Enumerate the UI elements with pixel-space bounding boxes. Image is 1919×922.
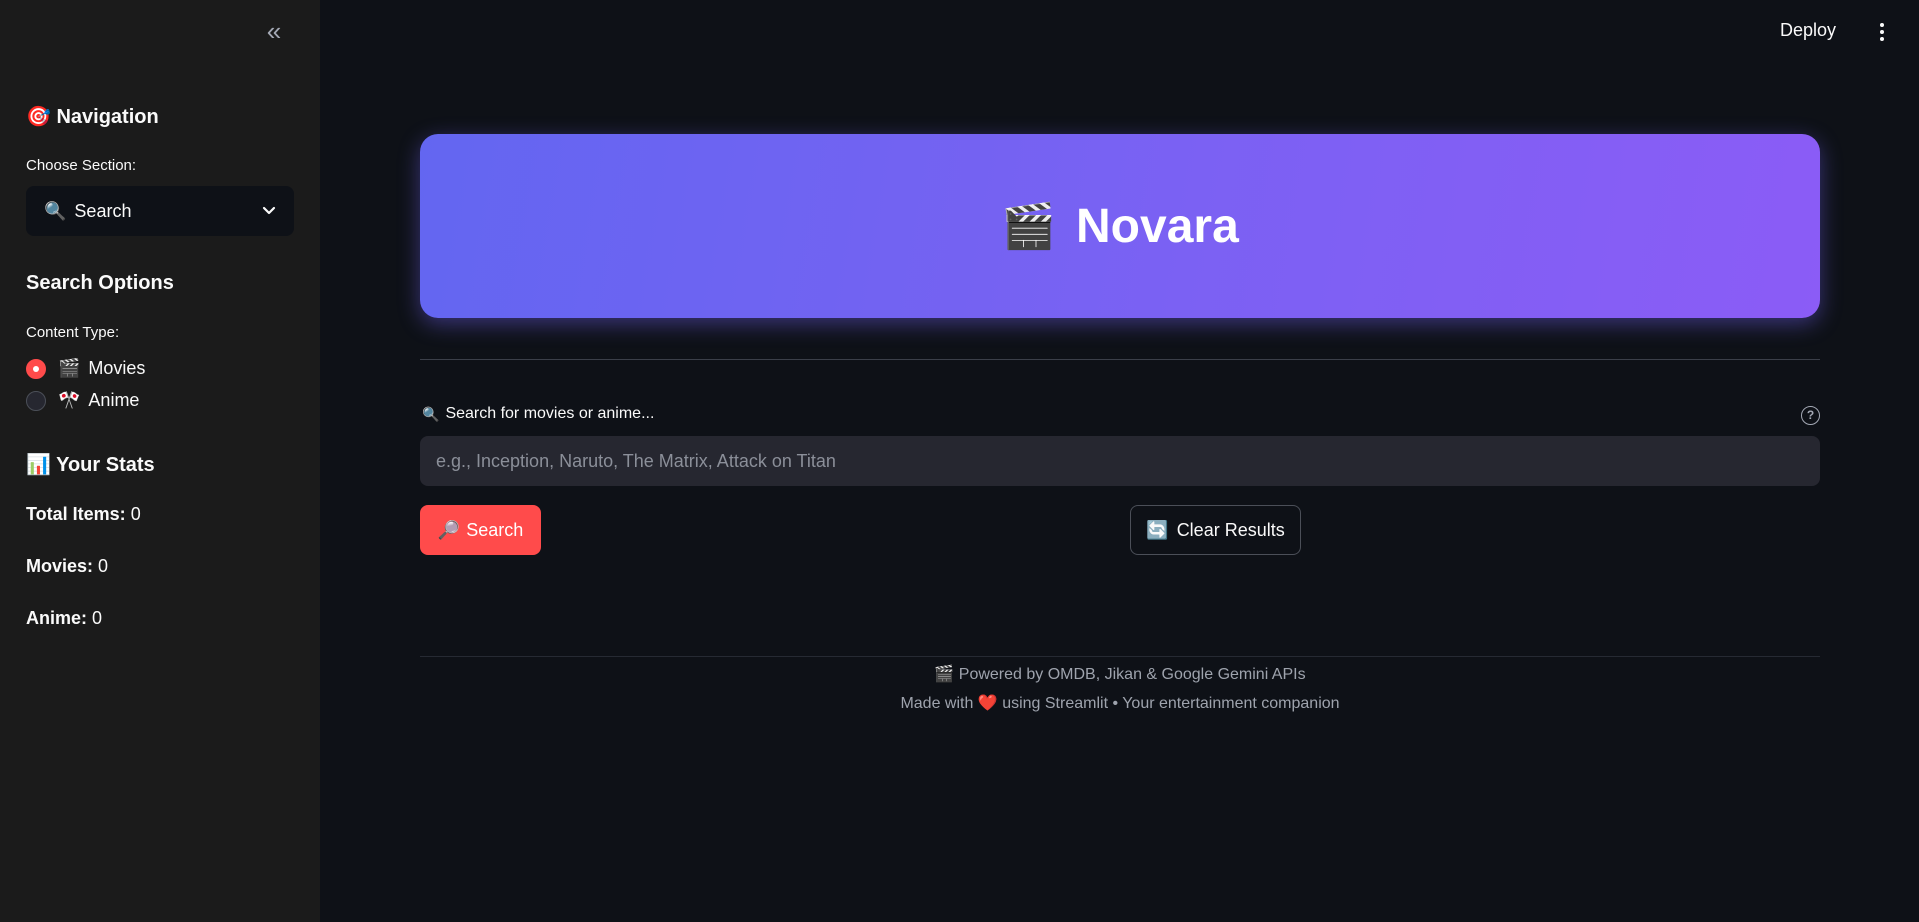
footer-made-with: Made with	[900, 695, 974, 712]
stat-label: Movies:	[26, 556, 94, 576]
radio-label-anime: Anime	[88, 390, 140, 410]
search-options-heading: Search Options	[26, 272, 174, 294]
sidebar: « 🎯 Navigation Choose Section: 🔍 Search …	[0, 0, 320, 922]
stat-value: 0	[92, 608, 103, 628]
app-root: « 🎯 Navigation Choose Section: 🔍 Search …	[0, 0, 1919, 922]
radio-option-movies[interactable]: 🎬 Movies	[26, 358, 145, 379]
search-input[interactable]	[420, 436, 1820, 486]
chevron-down-icon	[262, 203, 276, 219]
footer-line-2: Made with ❤️ using Streamlit • Your ente…	[420, 689, 1820, 718]
footer-line-1: 🎬 Powered by OMDB, Jikan & Google Gemini…	[420, 660, 1820, 689]
search-label-text: Search for movies or anime...	[445, 405, 655, 422]
anime-icon: 🎌	[58, 390, 81, 410]
search-button-icon: 🔎	[437, 519, 461, 540]
radio-label-movies: Movies	[88, 358, 146, 378]
footer-powered-by: Powered by OMDB, Jikan & Google Gemini A…	[958, 666, 1306, 683]
main-menu-icon[interactable]	[1872, 20, 1892, 44]
clapperboard-icon: 🎬	[934, 666, 955, 683]
radio-option-anime[interactable]: 🎌 Anime	[26, 390, 139, 411]
clapperboard-icon: 🎬	[1001, 202, 1057, 251]
search-button-label: Search	[466, 519, 524, 540]
footer-divider	[420, 656, 1820, 657]
deploy-button[interactable]: Deploy	[1780, 20, 1836, 41]
movies-icon: 🎬	[58, 358, 81, 378]
choose-section-label: Choose Section:	[26, 157, 137, 174]
section-select-value: Search	[74, 200, 132, 221]
clear-results-label: Clear Results	[1176, 519, 1285, 540]
footer: 🎬 Powered by OMDB, Jikan & Google Gemini…	[420, 660, 1820, 718]
page-title: 🎬 Novara	[1001, 199, 1239, 254]
stat-value: 0	[98, 556, 109, 576]
stat-label: Total Items:	[26, 504, 126, 524]
app-title: Novara	[1076, 199, 1239, 253]
help-icon[interactable]: ?	[1801, 406, 1820, 425]
section-select-icon: 🔍	[44, 200, 67, 221]
refresh-icon: 🔄	[1146, 519, 1169, 540]
radio-selected-icon[interactable]	[26, 358, 46, 379]
radio-unselected-icon[interactable]	[26, 390, 46, 411]
divider	[420, 359, 1820, 360]
content-type-label: Content Type:	[26, 324, 120, 341]
section-select[interactable]: 🔍 Search	[26, 186, 294, 236]
clear-results-button[interactable]: 🔄 Clear Results	[1130, 505, 1301, 555]
heart-icon: ❤️	[977, 695, 998, 712]
stat-movies: Movies: 0	[26, 556, 108, 577]
search-input-label: 🔍 Search for movies or anime...	[422, 405, 654, 423]
stat-total-items: Total Items: 0	[26, 504, 141, 525]
stat-label: Anime:	[26, 608, 88, 628]
navigation-heading: 🎯 Navigation	[26, 106, 159, 128]
collapse-sidebar-icon[interactable]: «	[262, 18, 286, 44]
stats-heading: 📊 Your Stats	[26, 454, 155, 476]
stat-anime: Anime: 0	[26, 608, 102, 629]
magnifier-icon: 🔍	[422, 405, 440, 422]
search-button[interactable]: 🔎 Search	[420, 505, 541, 555]
hero-banner: 🎬 Novara	[420, 134, 1820, 318]
stat-value: 0	[130, 504, 141, 524]
footer-tagline: using Streamlit • Your entertainment com…	[1002, 695, 1340, 712]
